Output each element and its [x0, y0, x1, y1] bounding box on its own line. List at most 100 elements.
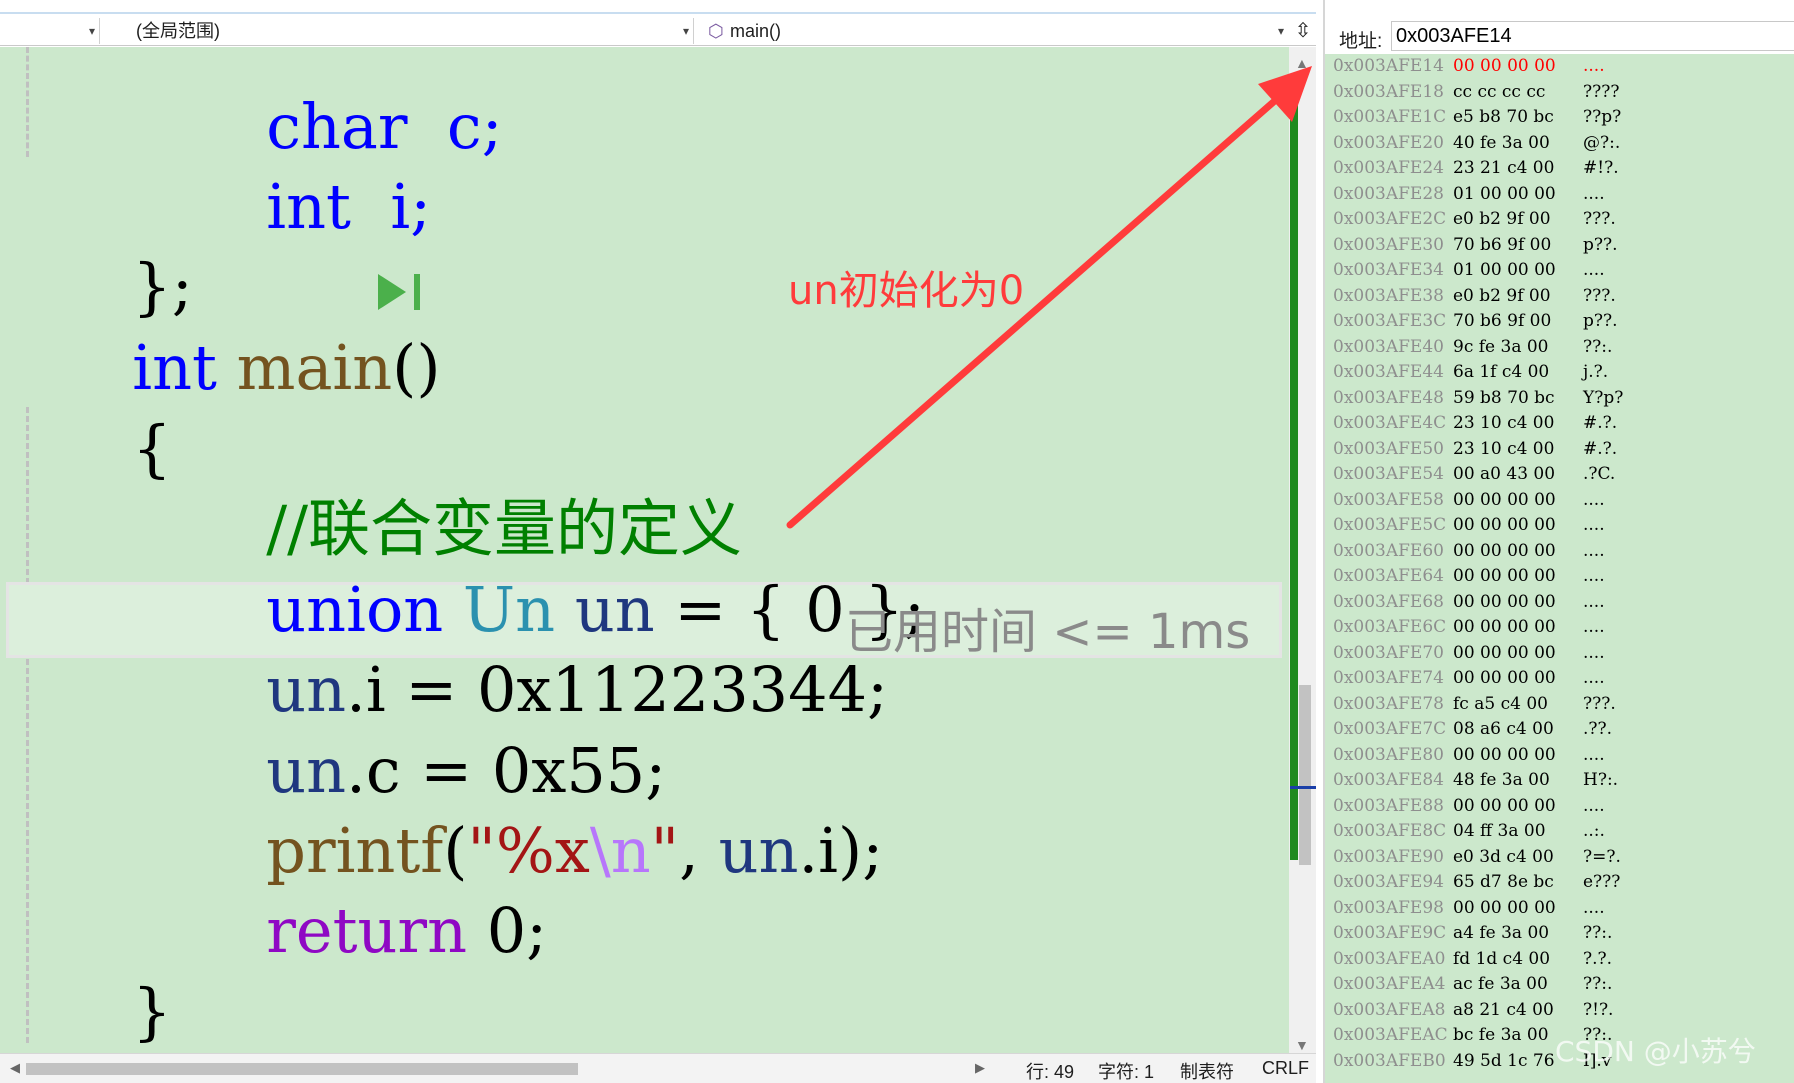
memory-row[interactable]: 0x003AFE84 48 fe 3a 00 H?:. [1325, 768, 1794, 794]
memory-row[interactable]: 0x003AFEA8 a8 21 c4 00?!?. [1325, 998, 1794, 1024]
memory-row[interactable]: 0x003AFE60 00 00 00 00.... [1325, 539, 1794, 565]
memory-row[interactable]: 0x003AFE4C 23 10 c4 00 #.?. [1325, 411, 1794, 437]
status-tabs[interactable]: 制表符 [1180, 1058, 1234, 1083]
function-dropdown[interactable]: ⬡ main() ▾ [700, 18, 1288, 44]
memory-row[interactable]: 0x003AFE2C e0 b2 9f 00???. [1325, 207, 1794, 233]
memory-row[interactable]: 0x003AFE88 00 00 00 00.... [1325, 794, 1794, 820]
memory-address: 0x003AFE9C [1333, 923, 1447, 943]
memory-ascii: @?:. [1583, 132, 1621, 153]
code-line-assign-c: un.c = 0x55; [148, 651, 666, 807]
memory-row[interactable]: 0x003AFEA4 ac fe 3a 00??:. [1325, 972, 1794, 998]
memory-ascii: ???. [1583, 209, 1616, 229]
memory-address: 0x003AFE7C [1333, 719, 1447, 739]
code-line-comment: //联合变量的定义 [148, 409, 742, 565]
memory-row[interactable]: 0x003AFE48 59 b8 70 bc Y?p? [1325, 386, 1794, 412]
memory-row[interactable]: 0x003AFE74 00 00 00 00.... [1325, 666, 1794, 692]
code-text: .i); [798, 814, 884, 887]
memory-address: 0x003AFE8C [1333, 821, 1447, 841]
watermark: CSDN @小苏兮 [1555, 1035, 1756, 1068]
memory-row[interactable]: 0x003AFE38 e0 b2 9f 00???. [1325, 284, 1794, 310]
memory-row[interactable]: 0x003AFE18 cc cc cc cc???? [1325, 80, 1794, 106]
code-area[interactable]: char c; int i; }; int main() { //联合变量的定义… [0, 47, 1289, 1053]
memory-address: 0x003AFEAC [1333, 1025, 1448, 1045]
memory-row[interactable]: 0x003AFE28 01 00 00 00.... [1325, 182, 1794, 208]
navigation-bar: ▾ (全局范围) ▾ ⬡ main() ▾ ⇳ [0, 12, 1316, 46]
memory-row[interactable]: 0x003AFE70 00 00 00 00.... [1325, 641, 1794, 667]
memory-row[interactable]: 0x003AFE80 00 00 00 00.... [1325, 743, 1794, 769]
memory-row[interactable]: 0x003AFE8C 04 ff 3a 00..:. [1325, 819, 1794, 845]
memory-row[interactable]: 0x003AFE64 00 00 00 00.... [1325, 564, 1794, 590]
memory-row[interactable]: 0x003AFE68 00 00 00 00.... [1325, 590, 1794, 616]
memory-row[interactable]: 0x003AFE58 00 00 00 00.... [1325, 488, 1794, 514]
code-text: , [679, 814, 719, 887]
status-eol[interactable]: CRLF [1262, 1058, 1309, 1079]
memory-ascii: ..:. [1583, 821, 1605, 841]
memory-window: 地址: 0x003AFE14 00 00 00 00.... 0x003AFE18 c… [1323, 0, 1794, 1083]
memory-row[interactable]: 0x003AFE6C 00 00 00 00.... [1325, 615, 1794, 641]
memory-row[interactable]: 0x003AFE3C 70 b6 9f 00 p??. [1325, 309, 1794, 335]
scroll-left-icon[interactable]: ◀ [10, 1060, 20, 1076]
memory-row[interactable]: 0x003AFE34 01 00 00 00.... [1325, 258, 1794, 284]
memory-row[interactable]: 0x003AFE98 00 00 00 00.... [1325, 896, 1794, 922]
memory-row[interactable]: 0x003AFE40 9c fe 3a 00??:. [1325, 335, 1794, 361]
project-dropdown[interactable]: ▾ [0, 18, 100, 44]
memory-address: 0x003AFE6C [1333, 617, 1447, 637]
memory-hex: 23 10 c4 00 [1453, 413, 1555, 433]
memory-row[interactable]: 0x003AFE5C 00 00 00 00.... [1325, 513, 1794, 539]
memory-row[interactable]: 0x003AFE20 40 fe 3a 00 @?:. [1325, 131, 1794, 157]
memory-row[interactable]: 0x003AFE50 23 10 c4 00 #.?. [1325, 437, 1794, 463]
scroll-down-icon[interactable]: ▼ [1295, 1037, 1309, 1053]
memory-row[interactable]: 0x003AFE9C a4 fe 3a 00??:. [1325, 921, 1794, 947]
memory-hex: e0 b2 9f 00 [1453, 285, 1551, 306]
address-input[interactable] [1391, 21, 1794, 51]
memory-row[interactable]: 0x003AFE90 e0 3d c4 00 ?=?. [1325, 845, 1794, 871]
chevron-down-icon: ▾ [88, 24, 95, 38]
run-to-click-icon[interactable] [376, 268, 428, 316]
caret-position-marker [1290, 786, 1316, 789]
memory-ascii: #.?. [1583, 438, 1618, 459]
memory-hex: 9c fe 3a 00 [1453, 336, 1549, 357]
scrollbar-thumb[interactable] [1299, 685, 1311, 865]
memory-address: 0x003AFE60 [1333, 540, 1444, 561]
memory-rows[interactable]: 0x003AFE14 00 00 00 00.... 0x003AFE18 cc cc… [1325, 54, 1794, 1083]
status-char[interactable]: 字符: 1 [1098, 1058, 1154, 1083]
split-window-button[interactable]: ⇳ [1292, 18, 1314, 44]
memory-address: 0x003AFEA8 [1333, 999, 1446, 1020]
memory-row[interactable]: 0x003AFE94 65 d7 8e bc e??? [1325, 870, 1794, 896]
scope-dropdown[interactable]: (全局范围) ▾ [106, 18, 694, 44]
memory-address: 0x003AFE90 [1333, 846, 1444, 867]
memory-row[interactable]: 0x003AFE78 fc a5 c4 00???. [1325, 692, 1794, 718]
memory-row[interactable]: 0x003AFE44 6a 1f c4 00 j.?. [1325, 360, 1794, 386]
memory-ascii: .... [1583, 744, 1605, 765]
memory-row[interactable]: 0x003AFE30 70 b6 9f 00 p??. [1325, 233, 1794, 259]
memory-row[interactable]: 0x003AFE14 00 00 00 00.... [1325, 54, 1794, 80]
memory-ascii: ??:. [1583, 974, 1613, 994]
horizontal-scrollbar-thumb[interactable] [26, 1063, 578, 1075]
memory-row[interactable]: 0x003AFE1C e5 b8 70 bc ??p? [1325, 105, 1794, 131]
escape-sequence: \n [589, 814, 651, 887]
memory-row[interactable]: 0x003AFE54 00 a0 43 00 .?C. [1325, 462, 1794, 488]
memory-hex: bc fe 3a 00 [1453, 1025, 1549, 1045]
chevron-down-icon: ▾ [682, 24, 689, 38]
memory-hex: 00 00 00 00 [1453, 566, 1556, 586]
memory-address: 0x003AFE30 [1333, 234, 1444, 255]
memory-hex: 00 00 00 00 [1453, 744, 1556, 765]
status-line[interactable]: 行: 49 [1026, 1058, 1074, 1083]
memory-row[interactable]: 0x003AFEA0 fd 1d c4 00?.?. [1325, 947, 1794, 973]
scroll-right-icon[interactable]: ▶ [975, 1060, 985, 1076]
memory-row[interactable]: 0x003AFE24 23 21 c4 00 #!?. [1325, 156, 1794, 182]
memory-row[interactable]: 0x003AFE7C 08 a6 c4 00.??. [1325, 717, 1794, 743]
memory-ascii: .... [1583, 540, 1605, 561]
memory-hex: e5 b8 70 bc [1453, 107, 1554, 127]
memory-hex: 48 fe 3a 00 [1453, 770, 1550, 790]
memory-address: 0x003AFE50 [1333, 438, 1444, 459]
code-line-struct-end: }; [14, 167, 192, 323]
memory-hex: fc a5 c4 00 [1453, 693, 1548, 714]
memory-ascii: e??? [1583, 872, 1621, 892]
memory-address: 0x003AFE34 [1333, 260, 1444, 280]
memory-hex: 00 00 00 00 [1453, 642, 1556, 663]
memory-ascii: .... [1583, 897, 1605, 918]
memory-hex: 04 ff 3a 00 [1453, 821, 1546, 841]
code-editor: ▾ (全局范围) ▾ ⬡ main() ▾ ⇳ char c; int i; }… [0, 0, 1316, 1083]
scroll-up-icon[interactable]: ▲ [1295, 55, 1309, 71]
